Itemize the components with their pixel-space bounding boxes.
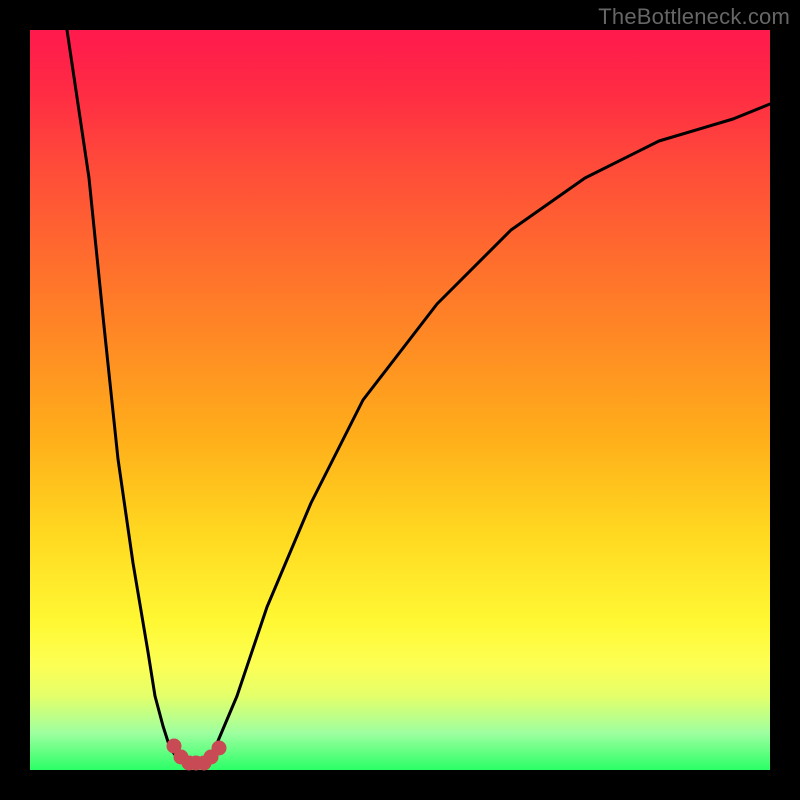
valley-marker bbox=[167, 739, 226, 770]
curve-path bbox=[67, 30, 770, 764]
bottleneck-curve bbox=[30, 30, 770, 770]
chart-frame: TheBottleneck.com bbox=[0, 0, 800, 800]
watermark-text: TheBottleneck.com bbox=[598, 4, 790, 30]
